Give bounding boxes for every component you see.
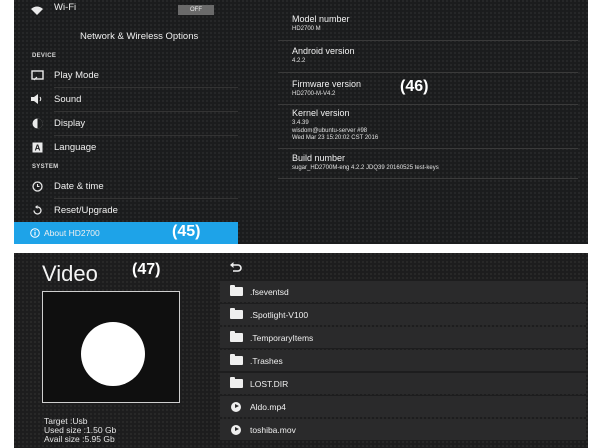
list-item[interactable]: Aldo.mp4 [220, 396, 586, 417]
page-title: Video [42, 261, 98, 286]
section-device: DEVICE [32, 53, 57, 59]
back-button[interactable] [220, 257, 586, 275]
restore-icon [30, 203, 44, 217]
about-info-panel: Model number HD2700 M Android version 4.… [278, 0, 588, 244]
divider [278, 72, 578, 73]
info-value: HD2700-M-V4.2 [292, 91, 336, 97]
info-value: sugar_HD2700M-eng 4.2.2 JDQ39 20160525 t… [292, 165, 439, 171]
file-name: .fseventsd [250, 286, 289, 297]
brightness-icon [30, 116, 44, 130]
file-name: toshiba.mov [250, 424, 296, 435]
sidebar-item-label: Wi-Fi [54, 1, 77, 13]
info-firmware: Firmware version HD2700-M-V4.2 [292, 79, 361, 99]
settings-sidebar: Wi-Fi OFF Network & Wireless Options DEV… [14, 0, 238, 244]
sidebar-item-label: Reset/Upgrade [54, 204, 118, 216]
list-item[interactable]: .TemporaryItems [220, 327, 586, 348]
wifi-toggle[interactable]: OFF [178, 5, 214, 15]
language-icon: A [30, 140, 44, 154]
sidebar-item-reset-upgrade[interactable]: Reset/Upgrade [14, 199, 238, 221]
info-value: 3.4.39 wisdom@ubuntu-server #98 Wed Mar … [292, 120, 379, 141]
info-title: Kernel version [292, 108, 350, 118]
file-name: LOST.DIR [250, 378, 289, 389]
sidebar-item-display[interactable]: Display [14, 112, 238, 134]
sidebar-item-play-mode[interactable]: Play Mode [14, 64, 238, 86]
folder-icon [228, 285, 244, 298]
sidebar-item-label: Date & time [54, 180, 104, 192]
divider [278, 40, 578, 41]
callout-46: (46) [400, 78, 429, 95]
sidebar-item-label: Display [54, 117, 86, 129]
info-title: Android version [292, 46, 355, 56]
storage-avail: Avail size :5.95 Gb [44, 434, 115, 444]
info-value: HD2700 M [292, 26, 321, 32]
info-title: Model number [292, 14, 350, 24]
info-build: Build number sugar_HD2700M-eng 4.2.2 JDQ… [292, 153, 439, 173]
list-item[interactable]: toshiba.mov [220, 419, 586, 440]
sidebar-item-label: Sound [54, 93, 82, 105]
file-list: .fseventsd .Spotlight-V100 .TemporaryIte… [220, 257, 586, 448]
list-item[interactable]: .fseventsd [220, 281, 586, 302]
svg-text:A: A [34, 143, 40, 152]
play-icon [228, 424, 244, 436]
wifi-icon [30, 4, 44, 18]
sidebar-item-label: About HD2700 [44, 228, 100, 238]
info-title: Firmware version [292, 79, 362, 89]
sidebar-item-network[interactable]: Network & Wireless Options [14, 25, 238, 47]
callout-47: (47) [132, 261, 161, 278]
divider [278, 148, 578, 149]
info-kernel: Kernel version 3.4.39 wisdom@ubuntu-serv… [292, 108, 378, 143]
video-panel: Video (47) Target :Usb Used size :1.50 G… [14, 253, 588, 448]
folder-icon [228, 331, 244, 344]
file-name: .Trashes [250, 355, 283, 366]
sidebar-item-wifi[interactable]: Wi-Fi OFF [14, 0, 238, 22]
sidebar-item-sound[interactable]: Sound [14, 88, 238, 110]
info-android: Android version 4.2.2 [292, 46, 355, 66]
section-system: SYSTEM [32, 164, 59, 170]
speaker-icon [30, 92, 44, 106]
folder-icon [228, 377, 244, 390]
screen-icon [30, 68, 44, 82]
clock-icon [30, 179, 44, 193]
file-name: .TemporaryItems [250, 332, 314, 343]
settings-panel: Wi-Fi OFF Network & Wireless Options DEV… [14, 0, 588, 244]
back-icon [230, 260, 242, 278]
callout-45: (45) [172, 223, 201, 240]
sidebar-item-about[interactable]: About HD2700 (45) [14, 222, 238, 244]
folder-icon [228, 308, 244, 321]
play-icon [228, 401, 244, 413]
info-title: Build number [292, 153, 346, 163]
list-item[interactable]: LOST.DIR [220, 373, 586, 394]
video-preview [42, 291, 180, 403]
sidebar-item-label: Play Mode [54, 69, 99, 81]
info-value: 4.2.2 [292, 58, 306, 64]
sidebar-item-date-time[interactable]: Date & time [14, 175, 238, 197]
sidebar-item-label: Network & Wireless Options [80, 30, 199, 42]
folder-icon [228, 354, 244, 367]
sidebar-item-language[interactable]: A Language [14, 136, 238, 158]
divider [278, 178, 578, 179]
info-model: Model number HD2700 M [292, 14, 350, 34]
info-icon [28, 226, 42, 240]
file-name: .Spotlight-V100 [250, 309, 309, 320]
list-item[interactable]: .Trashes [220, 350, 586, 371]
preview-thumbnail [81, 322, 145, 386]
file-name: Aldo.mp4 [250, 401, 286, 412]
sidebar-item-label: Language [54, 141, 97, 153]
list-item[interactable]: .Spotlight-V100 [220, 304, 586, 325]
divider [278, 104, 578, 105]
storage-info: Target :Usb Used size :1.50 Gb Avail siz… [44, 417, 116, 444]
